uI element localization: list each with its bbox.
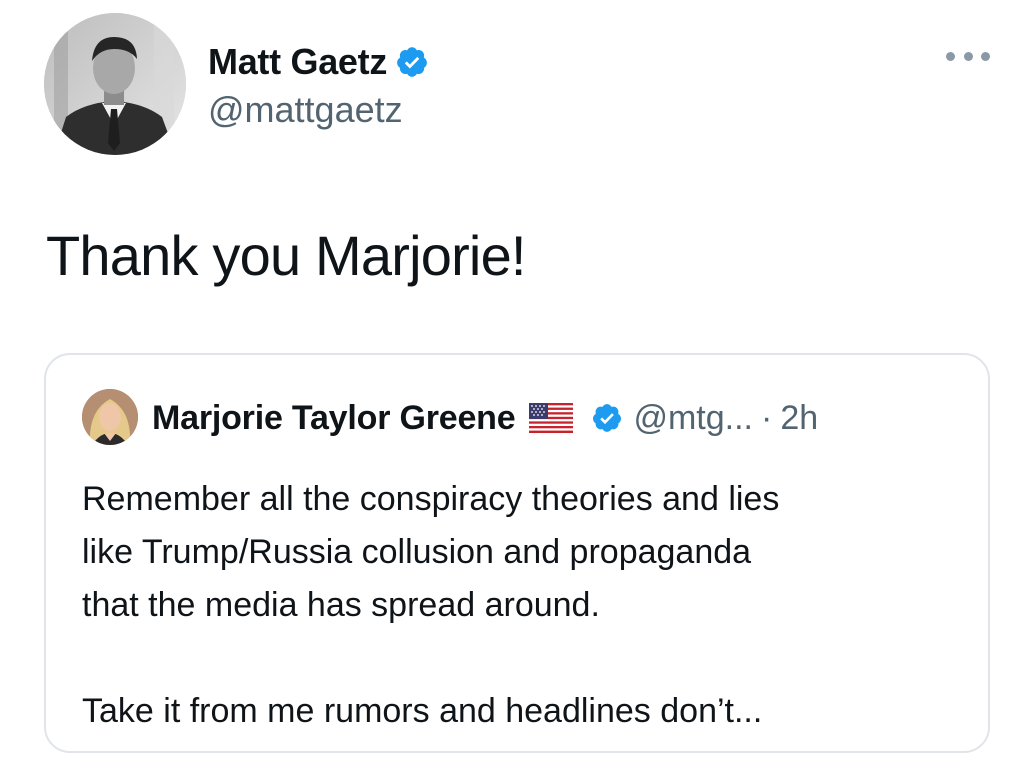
verified-badge-icon xyxy=(397,47,427,77)
quoted-tweet-body: Remember all the conspiracy theories and… xyxy=(82,473,962,738)
quoted-body-line: like Trump/Russia collusion and propagan… xyxy=(82,533,752,571)
quoted-author-avatar[interactable] xyxy=(82,389,138,445)
quoted-author-handle[interactable]: @mtg... xyxy=(633,399,753,438)
more-dot xyxy=(946,51,955,61)
quoted-tweet-card[interactable]: Marjorie Taylor Greene @mtg... · 2h Reme… xyxy=(44,353,990,753)
quoted-tweet-time[interactable]: 2h xyxy=(780,399,818,438)
more-options-icon[interactable] xyxy=(946,46,990,66)
quoted-body-line: that the media has spread around. xyxy=(82,586,600,624)
author-handle[interactable]: @mattgaetz xyxy=(208,89,403,131)
quoted-body-continuation: Take it from me rumors and headlines don… xyxy=(82,692,763,730)
author-name-row: Matt Gaetz xyxy=(208,40,429,84)
tweet-text: Thank you Marjorie! xyxy=(46,224,526,287)
tweet-detail: Matt Gaetz @mattgaetz Thank you Marjorie… xyxy=(0,0,1024,775)
us-flag-icon xyxy=(529,403,574,433)
quoted-author-name[interactable]: Marjorie Taylor Greene xyxy=(152,399,516,438)
more-dot xyxy=(981,51,990,61)
author-avatar[interactable] xyxy=(44,13,186,155)
author-name[interactable]: Matt Gaetz xyxy=(208,41,387,83)
verified-badge-icon xyxy=(593,404,622,432)
quoted-tweet-header: Marjorie Taylor Greene @mtg... · 2h xyxy=(152,393,818,443)
quoted-body-line: Remember all the conspiracy theories and… xyxy=(82,480,780,518)
quoted-author-avatar-image xyxy=(82,389,138,445)
more-dot xyxy=(963,51,973,61)
header-separator: · xyxy=(760,398,773,437)
author-avatar-image xyxy=(44,13,186,155)
